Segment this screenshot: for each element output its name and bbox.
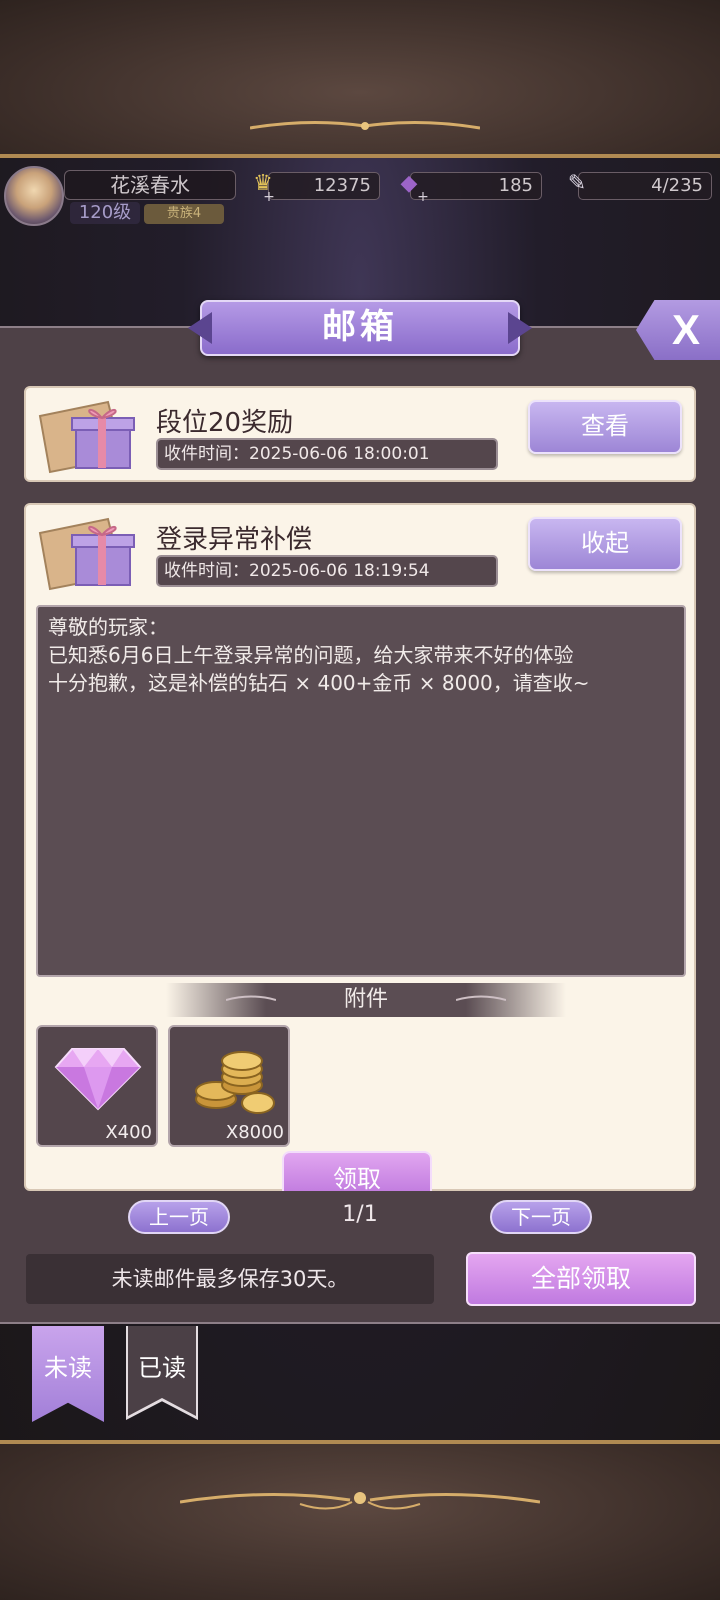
ornament-icon xyxy=(456,995,506,1001)
top-frame xyxy=(0,0,720,158)
attachment-slot[interactable]: X400 xyxy=(36,1025,158,1147)
rank-badge: 贵族4 xyxy=(144,204,224,224)
mail-content-line: 十分抱歉，这是补偿的钻石 × 400+金币 × 8000，请查收~ xyxy=(48,671,590,695)
mail-receive-time: 收件时间：2025-06-06 18:19:54 xyxy=(156,555,498,587)
dialog-title: 邮箱 xyxy=(200,300,520,356)
collapse-button[interactable]: 收起 xyxy=(528,517,682,571)
diamond-icon xyxy=(54,1048,142,1111)
mail-item[interactable]: 段位20奖励 收件时间：2025-06-06 18:00:01 查看 xyxy=(24,386,696,482)
next-page-button[interactable]: 下一页 xyxy=(490,1200,592,1234)
mail-title: 登录异常补偿 xyxy=(156,525,313,555)
bottom-frame xyxy=(0,1440,720,1600)
ornament-icon xyxy=(250,120,480,130)
add-gems-icon[interactable]: + xyxy=(416,190,430,204)
coin-count: 12375 xyxy=(268,172,380,200)
mail-content-line: 尊敬的玩家： xyxy=(48,615,168,639)
attachment-slot[interactable]: X8000 xyxy=(168,1025,290,1147)
claim-button[interactable]: 领取 xyxy=(282,1151,432,1191)
prev-page-button[interactable]: 上一页 xyxy=(128,1200,230,1234)
mail-content-line: 已知悉6月6日上午登录异常的问题，给大家带来不好的体验 xyxy=(48,643,574,667)
view-button[interactable]: 查看 xyxy=(528,400,682,454)
mail-title: 段位20奖励 xyxy=(156,408,294,438)
player-level: 120级 xyxy=(70,202,140,224)
avatar[interactable] xyxy=(4,166,64,226)
gift-envelope-icon xyxy=(38,400,135,474)
gift-envelope-icon xyxy=(38,517,135,591)
mail-receive-time: 收件时间：2025-06-06 18:00:01 xyxy=(156,438,498,470)
feather-icon: ✎ xyxy=(567,170,587,196)
attachment-qty: X400 xyxy=(105,1122,152,1143)
gold-coins-icon xyxy=(195,1051,275,1114)
add-coins-icon[interactable]: + xyxy=(262,190,276,204)
claim-all-button[interactable]: 全部领取 xyxy=(466,1252,696,1306)
page-indicator: 1/1 xyxy=(342,1202,378,1227)
attachment-title: 附件 xyxy=(166,983,566,1017)
stamina-count: 4/235 xyxy=(578,172,712,200)
attachment-qty: X8000 xyxy=(225,1122,284,1143)
player-name: 花溪春水 xyxy=(64,170,236,200)
attachment-title-text: 附件 xyxy=(343,987,388,1012)
retention-notice: 未读邮件最多保存30天。 xyxy=(26,1254,434,1304)
mail-content: 尊敬的玩家： 已知悉6月6日上午登录异常的问题，给大家带来不好的体验 十分抱歉，… xyxy=(36,605,686,977)
mail-item-expanded: 登录异常补偿 收件时间：2025-06-06 18:19:54 收起 尊敬的玩家… xyxy=(24,503,696,1191)
ornament-icon xyxy=(226,995,276,1001)
ornament-icon xyxy=(180,1492,540,1510)
